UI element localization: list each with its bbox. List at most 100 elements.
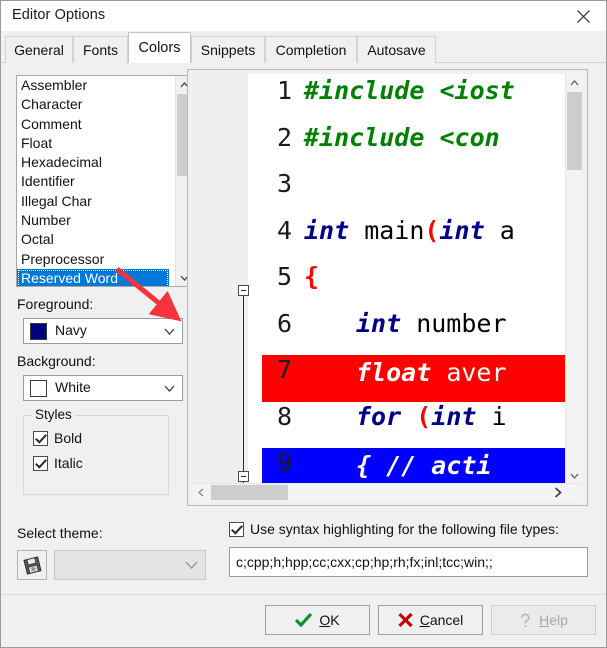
code-token: ( xyxy=(424,215,440,245)
syntax-highlighting-label: Use syntax highlighting for the followin… xyxy=(250,521,559,537)
help-button: Help xyxy=(491,605,596,635)
editor-vertical-scrollbar[interactable] xyxy=(565,74,583,484)
code-token: int xyxy=(439,215,485,245)
code-line: 6 int number xyxy=(248,309,566,356)
code-token: for xyxy=(356,401,402,431)
style-checkbox-italic[interactable]: Italic xyxy=(33,455,83,471)
cancel-button-label: ancel xyxy=(429,612,464,628)
theme-combobox[interactable] xyxy=(54,550,206,580)
chevron-down-icon[interactable] xyxy=(164,376,175,400)
tab-completion[interactable]: Completion xyxy=(265,36,357,63)
help-button-label: elp xyxy=(549,612,568,628)
line-number: 6 xyxy=(276,308,292,338)
list-item[interactable]: Assembler xyxy=(17,76,177,95)
checkbox-icon[interactable] xyxy=(33,430,48,446)
foreground-color-value: Navy xyxy=(55,322,87,338)
code-token: { xyxy=(304,262,320,291)
line-number: 2 xyxy=(276,122,292,152)
background-color-combobox[interactable]: White xyxy=(23,375,183,401)
chevron-right-icon[interactable] xyxy=(549,484,566,501)
cross-icon xyxy=(398,613,413,627)
code-token: number xyxy=(401,308,507,338)
editor-options-dialog: Editor Options General Fonts Colors Snip… xyxy=(0,0,607,648)
list-item[interactable]: Illegal Char xyxy=(17,192,177,211)
tab-fonts[interactable]: Fonts xyxy=(73,36,128,63)
help-button-accel: H xyxy=(539,612,550,628)
code-preview-panel: 1 #include <iost 2 #include <con 3 4 int… xyxy=(187,69,588,506)
chevron-down-icon[interactable] xyxy=(185,551,198,579)
editor-horizontal-scrollbar[interactable] xyxy=(192,483,583,501)
code-token: #include <iost xyxy=(304,76,515,105)
code-token: int xyxy=(356,308,402,338)
select-theme-label: Select theme: xyxy=(17,525,103,541)
tab-general[interactable]: General xyxy=(5,36,73,63)
line-number: 9 xyxy=(276,448,292,477)
list-item[interactable]: Hexadecimal xyxy=(17,153,177,172)
tab-strip: General Fonts Colors Snippets Completion… xyxy=(1,31,606,63)
code-token: main xyxy=(349,215,425,245)
code-line: 3 xyxy=(248,169,566,216)
list-item-selected[interactable]: Reserved Word xyxy=(17,268,169,286)
background-color-swatch xyxy=(30,380,47,397)
fold-guide-line xyxy=(243,290,244,486)
cancel-button-accel: C xyxy=(419,612,430,628)
checkbox-icon[interactable] xyxy=(229,521,244,537)
line-number: 1 xyxy=(276,76,292,105)
code-line: 5 { xyxy=(248,262,566,309)
checkbox-icon[interactable] xyxy=(33,455,48,471)
code-line: 1 #include <iost xyxy=(248,76,566,123)
close-icon[interactable] xyxy=(560,1,606,31)
save-theme-icon[interactable] xyxy=(17,550,47,580)
ok-button[interactable]: OK xyxy=(265,605,370,635)
style-checkbox-bold[interactable]: Bold xyxy=(33,430,82,446)
code-editor[interactable]: 1 #include <iost 2 #include <con 3 4 int… xyxy=(192,74,583,501)
list-item[interactable]: Octal xyxy=(17,230,177,249)
window-title: Editor Options xyxy=(12,7,106,23)
list-item[interactable]: Character xyxy=(17,95,177,114)
cancel-button[interactable]: Cancel xyxy=(378,605,483,635)
foreground-label: Foreground: xyxy=(17,296,94,312)
code-line: 7 xyxy=(248,355,566,402)
styles-groupbox: Styles Bold Italic xyxy=(23,407,169,495)
list-item[interactable]: Float xyxy=(17,134,177,153)
list-item[interactable]: Identifier xyxy=(17,172,177,191)
syntax-highlighting-checkbox[interactable]: Use syntax highlighting for the followin… xyxy=(229,521,559,537)
foreground-color-combobox[interactable]: Navy xyxy=(23,318,183,344)
ok-button-label: K xyxy=(330,612,340,628)
chevron-left-icon[interactable] xyxy=(192,484,209,501)
chevron-down-icon[interactable] xyxy=(566,467,583,484)
scrollbar-thumb[interactable] xyxy=(567,92,582,170)
dialog-button-bar: OK Cancel Help xyxy=(1,594,606,647)
code-line: 2 #include <con xyxy=(248,123,566,170)
colors-tab-panel: Assembler Character Comment Float Hexade… xyxy=(1,63,606,647)
chevron-up-icon[interactable] xyxy=(566,74,583,91)
foreground-color-swatch xyxy=(30,323,47,340)
code-token: ( xyxy=(416,401,432,431)
style-label-italic: Italic xyxy=(54,455,83,471)
file-types-value: c;cpp;h;hpp;cc;cxx;cp;hp;rh;fx;inl;tcc;w… xyxy=(236,554,493,570)
title-bar: Editor Options xyxy=(1,1,606,31)
ok-button-accel: O xyxy=(319,612,331,628)
line-number: 5 xyxy=(276,262,292,291)
check-icon xyxy=(295,613,313,627)
list-item[interactable]: Number xyxy=(17,211,177,230)
list-item[interactable]: Comment xyxy=(17,115,177,134)
line-number: 4 xyxy=(276,215,292,245)
list-item[interactable]: Preprocessor xyxy=(17,250,177,269)
scrollbar-thumb[interactable] xyxy=(211,485,288,500)
line-number: 3 xyxy=(276,169,292,198)
file-types-input[interactable]: c;cpp;h;hpp;cc;cxx;cp;hp;rh;fx;inl;tcc;w… xyxy=(229,547,588,577)
question-icon xyxy=(519,613,532,628)
code-lines: 1 #include <iost 2 #include <con 3 4 int… xyxy=(248,74,566,495)
category-listbox[interactable]: Assembler Character Comment Float Hexade… xyxy=(16,75,194,287)
code-token: i xyxy=(476,401,507,431)
code-line: 4 int main(int a xyxy=(248,216,566,263)
code-line: 8 for (int i xyxy=(248,402,566,449)
tab-colors[interactable]: Colors xyxy=(128,32,191,63)
tab-autosave[interactable]: Autosave xyxy=(357,36,436,63)
tab-snippets[interactable]: Snippets xyxy=(191,36,265,63)
styles-group-title: Styles xyxy=(32,407,75,422)
code-token: #include <con xyxy=(304,122,500,152)
chevron-down-icon[interactable] xyxy=(164,319,175,343)
